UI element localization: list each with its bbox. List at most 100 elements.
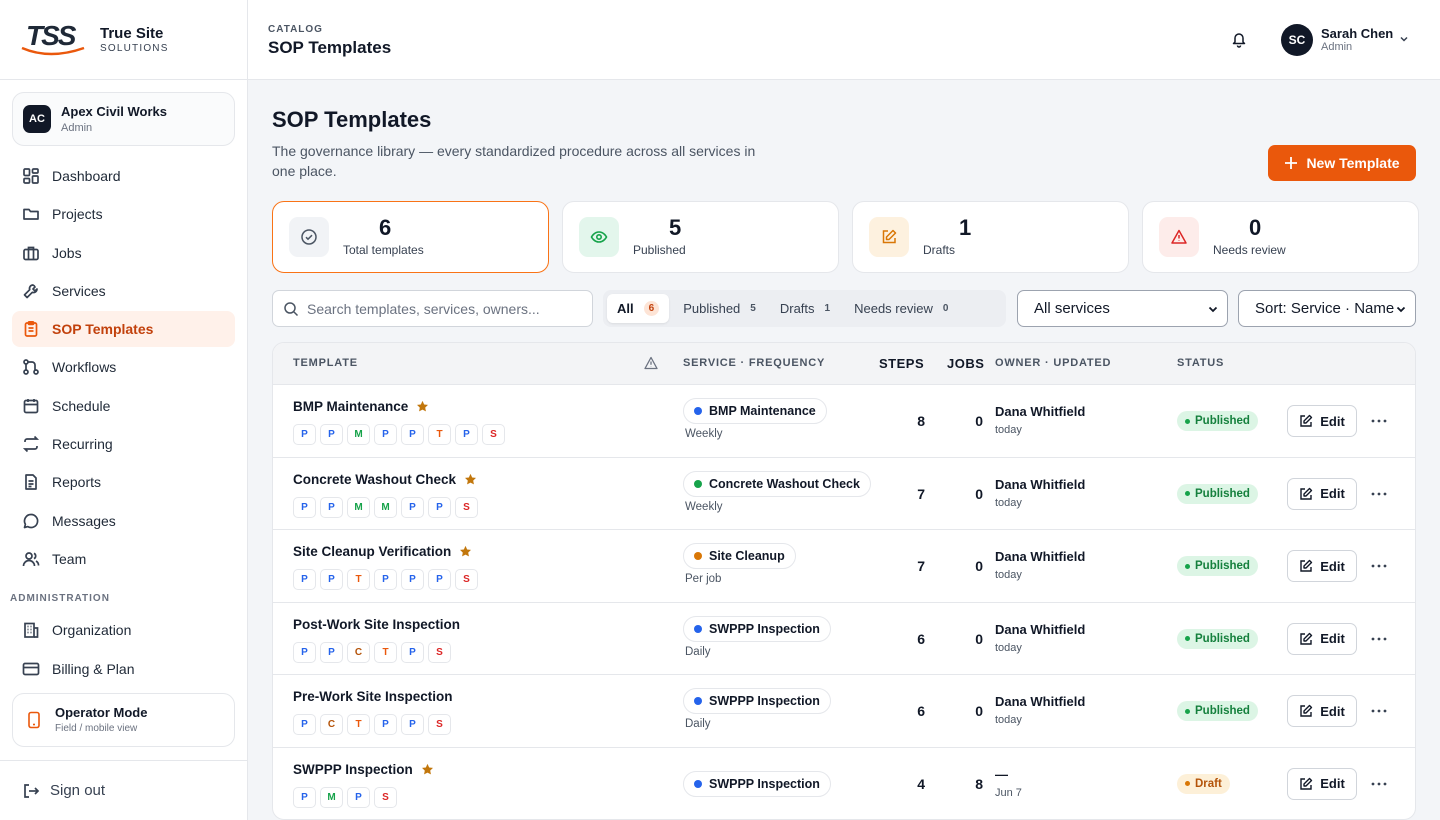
col-service[interactable]: SERVICE · FREQUENCY bbox=[683, 357, 825, 369]
stat-card-drafts[interactable]: 1 Drafts bbox=[852, 201, 1129, 273]
stats-row: 6 Total templates 5 Published 1 Drafts 0 Needs … bbox=[272, 201, 1419, 273]
org-switcher[interactable]: AC Apex Civil Works Admin bbox=[12, 92, 235, 146]
sidebar-item-team[interactable]: Team bbox=[12, 541, 235, 577]
owner-name: Dana Whitfield bbox=[995, 694, 1086, 709]
user-menu-chevron[interactable] bbox=[1398, 32, 1410, 50]
template-name[interactable]: Site Cleanup Verification bbox=[293, 544, 472, 559]
sidebar-item-dashboard[interactable]: Dashboard bbox=[12, 158, 235, 194]
more-horizontal-icon bbox=[1371, 564, 1387, 568]
status-badge: Published bbox=[1177, 628, 1258, 649]
edit-button[interactable]: Edit bbox=[1287, 622, 1357, 655]
table-row[interactable]: SWPPP Inspection P M P S SWPPP Inspection 4 8— J… bbox=[273, 748, 1415, 820]
brand[interactable]: TSS True Site SOLUTIONS bbox=[0, 0, 247, 80]
owner-name: — bbox=[995, 766, 1008, 782]
col-status[interactable]: STATUS bbox=[1177, 357, 1224, 369]
search-box[interactable] bbox=[272, 290, 593, 327]
filter-tab-all[interactable]: All 6 bbox=[607, 294, 670, 323]
stat-card-needs-review[interactable]: 0 Needs review bbox=[1142, 201, 1419, 273]
sidebar-item-jobs[interactable]: Jobs bbox=[12, 235, 235, 271]
edit-button[interactable]: Edit bbox=[1287, 767, 1357, 800]
edit-label: Edit bbox=[1320, 486, 1345, 501]
col-jobs[interactable]: JOBS bbox=[947, 356, 984, 371]
step-chip: P bbox=[401, 496, 424, 518]
stat-card-published[interactable]: 5 Published bbox=[562, 201, 839, 273]
sidebar-item-workflows[interactable]: Workflows bbox=[12, 349, 235, 385]
updated-at: Jun 7 bbox=[995, 786, 1022, 799]
edit-button[interactable]: Edit bbox=[1287, 405, 1357, 437]
sidebar-item-organization[interactable]: Organization bbox=[12, 612, 235, 648]
filter-tab-drafts[interactable]: Drafts 1 bbox=[770, 294, 840, 323]
frequency: Per job bbox=[685, 573, 722, 585]
user-avatar[interactable]: SC bbox=[1281, 24, 1313, 56]
sign-out-button[interactable]: Sign out bbox=[0, 760, 247, 820]
sort-select[interactable]: Sort: Service · Name bbox=[1238, 290, 1416, 327]
more-actions-button[interactable] bbox=[1369, 413, 1389, 429]
service-pill[interactable]: SWPPP Inspection bbox=[683, 688, 831, 714]
filter-tab-needs-review[interactable]: Needs review 0 bbox=[844, 294, 958, 323]
table-row[interactable]: Post-Work Site Inspection P P C T P S SWPPP Ins… bbox=[273, 603, 1415, 675]
service-pill[interactable]: BMP Maintenance bbox=[683, 398, 827, 424]
main-content: SOP Templates The governance library — e… bbox=[248, 80, 1440, 820]
service-pill[interactable]: Site Cleanup bbox=[683, 543, 796, 569]
col-template[interactable]: TEMPLATE bbox=[293, 357, 358, 369]
step-chip: C bbox=[347, 641, 370, 663]
filter-count: 6 bbox=[643, 301, 660, 316]
more-actions-button[interactable] bbox=[1369, 631, 1389, 647]
user-name[interactable]: Sarah Chen bbox=[1321, 26, 1393, 41]
status-text: Published bbox=[1195, 632, 1250, 645]
service-pill[interactable]: SWPPP Inspection bbox=[683, 770, 831, 797]
service-pill[interactable]: Concrete Washout Check bbox=[683, 470, 871, 497]
search-input[interactable] bbox=[307, 300, 577, 317]
more-actions-button[interactable] bbox=[1369, 558, 1389, 574]
edit-label: Edit bbox=[1320, 776, 1345, 791]
template-name[interactable]: Post-Work Site Inspection bbox=[293, 617, 460, 632]
more-actions-button[interactable] bbox=[1369, 703, 1389, 719]
step-chip: P bbox=[320, 569, 343, 590]
sidebar-item-recurring[interactable]: Recurring bbox=[12, 426, 235, 462]
step-chip: P bbox=[374, 714, 397, 735]
col-owner[interactable]: OWNER · UPDATED bbox=[995, 357, 1111, 369]
template-name[interactable]: Pre-Work Site Inspection bbox=[293, 689, 453, 704]
notifications-button[interactable] bbox=[1230, 30, 1248, 53]
stat-card-total-templates[interactable]: 6 Total templates bbox=[272, 201, 549, 273]
steps-count: 7 bbox=[917, 558, 925, 574]
brand-logo: TSS bbox=[20, 20, 86, 60]
template-name[interactable]: SWPPP Inspection bbox=[293, 762, 434, 777]
stat-icon-box bbox=[869, 217, 909, 257]
more-actions-button[interactable] bbox=[1369, 486, 1389, 502]
sidebar-item-label: Workflows bbox=[52, 359, 117, 376]
table-row[interactable]: Site Cleanup Verification P P T P P P S Site Cle… bbox=[273, 530, 1415, 603]
edit-button[interactable]: Edit bbox=[1287, 477, 1357, 510]
col-steps[interactable]: STEPS bbox=[879, 356, 924, 371]
owner-name: Dana Whitfield bbox=[995, 621, 1086, 637]
edit-button[interactable]: Edit bbox=[1287, 695, 1357, 727]
service-pill[interactable]: SWPPP Inspection bbox=[683, 615, 831, 642]
sidebar-item-reports[interactable]: Reports bbox=[12, 464, 235, 500]
brand-name: True Site bbox=[100, 25, 164, 42]
edit-button[interactable]: Edit bbox=[1287, 550, 1357, 582]
service-dot bbox=[694, 479, 702, 488]
step-chip: S bbox=[482, 424, 505, 445]
template-name[interactable]: BMP Maintenance bbox=[293, 399, 429, 414]
sidebar-item-schedule[interactable]: Schedule bbox=[12, 388, 235, 424]
sidebar-item-billing-plan[interactable]: Billing & Plan bbox=[12, 651, 235, 687]
table-row[interactable]: Concrete Washout Check P P M M P P S Concrete Wa… bbox=[273, 458, 1415, 530]
new-template-button[interactable]: New Template bbox=[1268, 145, 1416, 181]
service-select[interactable]: All services bbox=[1017, 290, 1228, 327]
sidebar-item-sop-templates[interactable]: SOP Templates bbox=[12, 311, 235, 348]
jobs-count: 8 bbox=[975, 775, 983, 792]
sidebar-item-projects[interactable]: Projects bbox=[12, 196, 235, 232]
sidebar-item-messages[interactable]: Messages bbox=[12, 503, 235, 539]
service-name: BMP Maintenance bbox=[709, 404, 816, 418]
table-row[interactable]: Pre-Work Site Inspection P C T P P S SWPPP Insp… bbox=[273, 675, 1415, 748]
more-actions-button[interactable] bbox=[1369, 776, 1389, 792]
template-name[interactable]: Concrete Washout Check bbox=[293, 472, 477, 487]
sidebar-item-services[interactable]: Services bbox=[12, 273, 235, 309]
operator-mode-button[interactable]: Operator Mode Field / mobile view bbox=[12, 692, 235, 747]
service-dot bbox=[694, 624, 702, 633]
jobs-count: 0 bbox=[975, 485, 983, 502]
step-chip: P bbox=[320, 641, 343, 663]
filter-tab-published[interactable]: Published 5 bbox=[673, 294, 766, 323]
table-row[interactable]: BMP Maintenance P P M P P T P S BMP Maintenance We… bbox=[273, 385, 1415, 458]
stat-label: Needs review bbox=[1213, 243, 1286, 257]
